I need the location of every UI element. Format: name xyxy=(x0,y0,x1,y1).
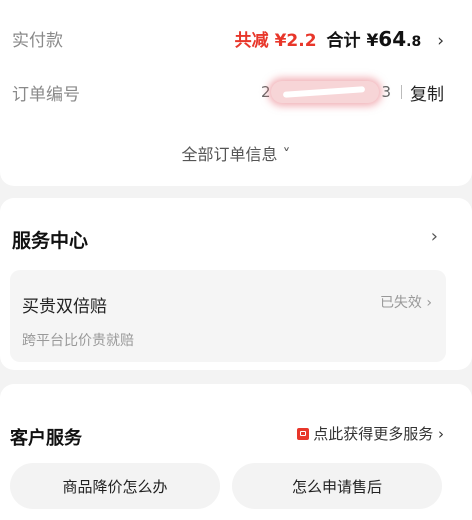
divider xyxy=(401,85,402,99)
order-number-last-digit: 3 xyxy=(381,83,391,101)
payment-label: 实付款 xyxy=(12,30,63,51)
order-number-row: 订单编号 2 3 复制 xyxy=(12,78,444,106)
service-center-title: 服务中心 xyxy=(12,230,89,252)
total-amount: 合计 ¥64.8 xyxy=(327,26,422,51)
service-icon xyxy=(297,427,310,440)
order-number-value: 2 3 复制 xyxy=(261,78,444,106)
payment-row[interactable]: 实付款 共减 ¥2.2 合计 ¥64.8 › xyxy=(12,24,444,52)
after-sales-faq-button[interactable]: 怎么申请售后 xyxy=(232,463,442,509)
total-prefix: 合计 ¥ xyxy=(326,30,379,51)
price-drop-faq-button[interactable]: 商品降价怎么办 xyxy=(10,463,220,509)
discount-amount: 共减 ¥2.2 xyxy=(234,30,317,51)
total-integer: 64 xyxy=(378,26,407,51)
all-order-info-toggle[interactable]: 全部订单信息 ˅ xyxy=(0,141,472,165)
total-decimal: .8 xyxy=(406,33,422,50)
copy-button[interactable]: 复制 xyxy=(410,80,444,105)
payment-amounts[interactable]: 共减 ¥2.2 合计 ¥64.8 › xyxy=(235,26,444,51)
order-summary-card: 实付款 共减 ¥2.2 合计 ¥64.8 › 订单编号 2 3 复制 全部订单信… xyxy=(0,0,472,186)
price-protection-title: 买贵双倍赔 xyxy=(22,297,107,317)
price-protection-desc: 跨平台比价贵就赔 xyxy=(22,333,134,349)
customer-service-title: 客户服务 xyxy=(10,428,82,449)
more-services-label: 点此获得更多服务 › xyxy=(313,425,444,443)
redaction-scribble xyxy=(271,81,379,103)
chevron-right-icon[interactable]: › xyxy=(437,31,444,51)
price-protection-card[interactable]: 买贵双倍赔 已失效 › 跨平台比价贵就赔 xyxy=(10,270,446,362)
status-badge[interactable]: 已失效 › xyxy=(380,292,432,312)
order-number-label: 订单编号 xyxy=(12,84,80,105)
order-number-first-digit: 2 xyxy=(261,83,271,101)
chevron-right-icon[interactable]: › xyxy=(431,226,438,247)
more-services-link[interactable]: 点此获得更多服务 › xyxy=(297,423,444,444)
masked-order-number: 2 3 xyxy=(261,78,391,106)
